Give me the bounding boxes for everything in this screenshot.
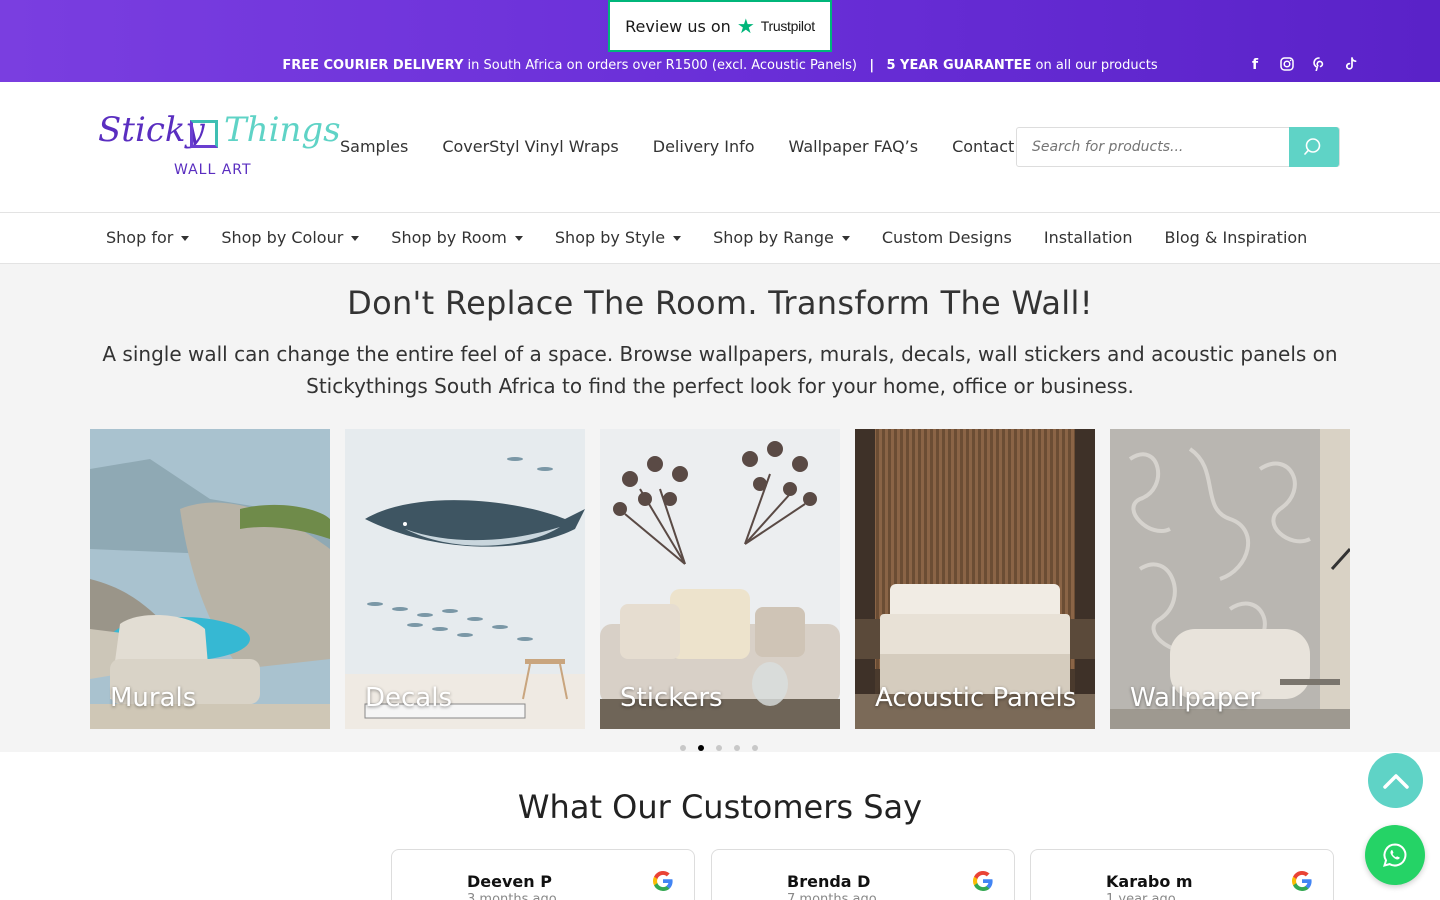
product-search bbox=[1016, 127, 1340, 167]
promo-guarantee-bold: 5 YEAR GUARANTEE bbox=[886, 58, 1032, 73]
whatsapp-button[interactable] bbox=[1365, 825, 1425, 885]
tiktok-icon[interactable] bbox=[1344, 57, 1358, 75]
chevron-up-icon bbox=[1382, 773, 1409, 789]
reviewer-name: Karabo m bbox=[1106, 872, 1193, 891]
top-bar: Review us on ★ Trustpilot FREE COURIER D… bbox=[0, 0, 1440, 82]
social-links: f bbox=[1248, 57, 1358, 75]
hero-subtitle: A single wall can change the entire feel… bbox=[102, 342, 1338, 398]
reviewer-name: Deeven P bbox=[467, 872, 552, 891]
category-card-wallpaper[interactable]: Wallpaper bbox=[1110, 429, 1350, 729]
header-nav: Samples CoverStyl Vinyl Wraps Delivery I… bbox=[340, 137, 1048, 156]
carousel-dot[interactable] bbox=[716, 745, 722, 751]
nav-label: Custom Designs bbox=[881, 228, 1012, 247]
hero-section: Don't Replace The Room. Transform The Wa… bbox=[0, 264, 1440, 752]
carousel-dots bbox=[680, 745, 758, 751]
nav-shop-for[interactable]: Shop for bbox=[106, 228, 190, 247]
trustpilot-review-button[interactable]: Review us on ★ Trustpilot bbox=[608, 0, 832, 52]
review-date: 1 year ago bbox=[1106, 892, 1176, 900]
review-card[interactable]: Deeven P 3 months ago bbox=[391, 849, 695, 900]
facebook-icon[interactable]: f bbox=[1248, 57, 1262, 75]
category-label: Murals bbox=[110, 683, 197, 713]
nav-label: Blog & Inspiration bbox=[1164, 228, 1308, 247]
category-card-decals[interactable]: Decals bbox=[345, 429, 585, 729]
logo-things: Things bbox=[224, 110, 341, 150]
caret-down-icon bbox=[181, 236, 190, 241]
trustpilot-brand: Trustpilot bbox=[760, 18, 815, 34]
category-label: Wallpaper bbox=[1130, 683, 1261, 713]
caret-down-icon bbox=[673, 236, 682, 241]
google-icon bbox=[653, 870, 673, 891]
logo-sticky: Sticky bbox=[98, 110, 205, 150]
main-nav: Shop for Shop by Colour Shop by Room Sho… bbox=[0, 213, 1440, 264]
promo-delivery-text: in South Africa on orders over R1500 (ex… bbox=[463, 58, 857, 73]
caret-down-icon bbox=[514, 236, 523, 241]
header-nav-delivery[interactable]: Delivery Info bbox=[653, 137, 755, 156]
category-card-murals[interactable]: Murals bbox=[90, 429, 330, 729]
category-card-stickers[interactable]: Stickers bbox=[600, 429, 840, 729]
logo-subtitle: WALL ART bbox=[174, 162, 252, 178]
carousel-dot[interactable] bbox=[734, 745, 740, 751]
category-label: Acoustic Panels bbox=[875, 683, 1077, 713]
review-date: 7 months ago bbox=[787, 892, 877, 900]
review-card[interactable]: Karabo m 1 year ago bbox=[1030, 849, 1334, 900]
promo-separator: | bbox=[869, 58, 875, 73]
caret-down-icon bbox=[351, 236, 360, 241]
reviewer-name: Brenda D bbox=[787, 872, 871, 891]
nav-label: Shop by Colour bbox=[221, 228, 344, 247]
nav-label: Shop by Range bbox=[713, 228, 834, 247]
header-nav-coverstyl[interactable]: CoverStyl Vinyl Wraps bbox=[442, 137, 618, 156]
category-label: Stickers bbox=[620, 683, 723, 713]
scroll-to-top-button[interactable] bbox=[1368, 753, 1423, 808]
category-card-acoustic-panels[interactable]: Acoustic Panels bbox=[855, 429, 1095, 729]
nav-label: Shop for bbox=[106, 228, 174, 247]
review-date: 3 months ago bbox=[467, 892, 557, 900]
review-card[interactable]: Brenda D 7 months ago bbox=[711, 849, 1015, 900]
nav-blog[interactable]: Blog & Inspiration bbox=[1164, 228, 1307, 247]
category-carousel: Murals Decals Stickers Acoustic Panels W… bbox=[90, 429, 1350, 729]
nav-label: Shop by Room bbox=[391, 228, 507, 247]
category-label: Decals bbox=[365, 683, 453, 713]
nav-custom-designs[interactable]: Custom Designs bbox=[882, 228, 1012, 247]
carousel-dot-active[interactable] bbox=[698, 745, 704, 751]
hero-title: Don't Replace The Room. Transform The Wa… bbox=[347, 284, 1093, 322]
search-input[interactable] bbox=[1017, 128, 1291, 166]
logo-mark-icon bbox=[190, 120, 218, 148]
nav-shop-by-room[interactable]: Shop by Room bbox=[391, 228, 523, 247]
carousel-dot[interactable] bbox=[752, 745, 758, 751]
trustpilot-text: Review us on bbox=[625, 16, 731, 36]
caret-down-icon bbox=[841, 236, 850, 241]
instagram-icon[interactable] bbox=[1280, 57, 1294, 75]
site-logo[interactable]: Sticky Things WALL ART bbox=[98, 110, 341, 182]
reviews-title: What Our Customers Say bbox=[517, 788, 923, 826]
promo-delivery-bold: FREE COURIER DELIVERY bbox=[282, 58, 464, 73]
whatsapp-icon bbox=[1383, 843, 1407, 867]
nav-label: Shop by Style bbox=[554, 228, 666, 247]
google-icon bbox=[1292, 870, 1312, 891]
search-button[interactable] bbox=[1289, 127, 1339, 167]
search-icon bbox=[1304, 138, 1321, 155]
carousel-dot[interactable] bbox=[680, 745, 686, 751]
nav-shop-by-colour[interactable]: Shop by Colour bbox=[221, 228, 360, 247]
nav-shop-by-style[interactable]: Shop by Style bbox=[554, 228, 682, 247]
promo-guarantee-text: on all our products bbox=[1031, 58, 1158, 73]
site-header: Sticky Things WALL ART Samples CoverStyl… bbox=[0, 82, 1440, 213]
nav-installation[interactable]: Installation bbox=[1044, 228, 1133, 247]
pinterest-icon[interactable] bbox=[1312, 57, 1326, 75]
header-nav-contact[interactable]: Contact bbox=[952, 137, 1014, 156]
promo-banner: FREE COURIER DELIVERY in South Africa on… bbox=[0, 58, 1440, 73]
header-nav-faq[interactable]: Wallpaper FAQ’s bbox=[789, 137, 919, 156]
nav-label: Installation bbox=[1043, 228, 1133, 247]
nav-shop-by-range[interactable]: Shop by Range bbox=[713, 228, 850, 247]
google-icon bbox=[973, 870, 993, 891]
header-nav-samples[interactable]: Samples bbox=[340, 137, 408, 156]
trustpilot-star-icon: ★ bbox=[736, 14, 755, 38]
